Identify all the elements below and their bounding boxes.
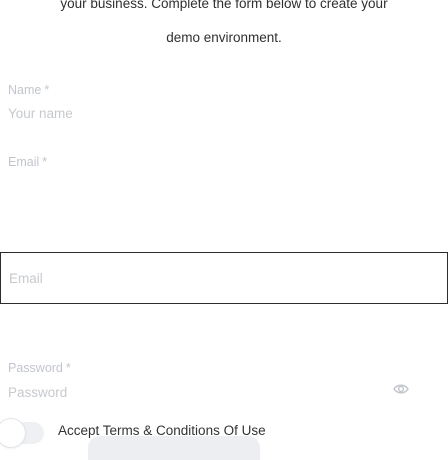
password-required-mark: * [65,361,71,375]
email-required-mark: * [42,155,48,169]
eye-icon[interactable] [393,383,409,395]
terms-toggle[interactable] [0,418,44,448]
intro-line-2: demo environment. [166,30,282,45]
password-label: Password * [8,361,71,375]
name-label-text: Name [8,83,42,97]
name-required-mark: * [44,83,50,97]
email-label-text: Email [8,155,40,169]
email-input[interactable] [0,252,448,304]
email-label: Email * [8,155,47,169]
terms-toggle-knob [0,418,26,448]
submit-button[interactable] [88,436,260,460]
password-label-text: Password [8,361,63,375]
password-input[interactable] [8,380,378,404]
intro-line-1: your business. Complete the form below t… [60,0,388,11]
name-label: Name * [8,83,49,97]
name-input[interactable] [8,101,428,125]
